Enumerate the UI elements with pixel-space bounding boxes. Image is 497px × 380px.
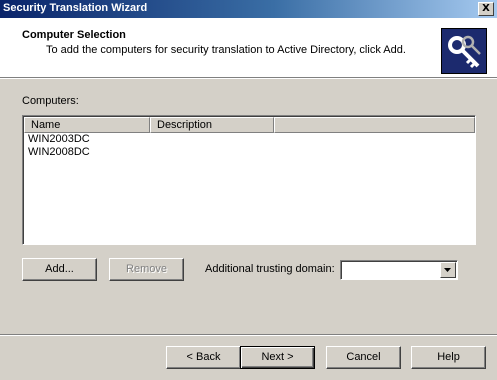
remove-button[interactable]: Remove	[109, 258, 184, 281]
close-button[interactable]: X	[478, 2, 494, 16]
cancel-button[interactable]: Cancel	[326, 346, 401, 369]
column-header-name[interactable]: Name	[24, 117, 150, 133]
next-button[interactable]: Next >	[240, 346, 315, 369]
list-item[interactable]: WIN2003DC	[28, 133, 90, 146]
trusting-domain-dropdown[interactable]	[340, 260, 458, 280]
back-button[interactable]: < Back	[166, 346, 241, 369]
dropdown-button[interactable]	[440, 262, 456, 278]
page-subtitle: To add the computers for security transl…	[46, 44, 406, 56]
add-button[interactable]: Add...	[22, 258, 97, 281]
header-divider	[0, 77, 497, 79]
chevron-down-icon	[444, 268, 451, 272]
column-header-filler	[274, 117, 475, 133]
window-title: Security Translation Wizard	[3, 2, 148, 14]
computers-label: Computers:	[22, 95, 79, 107]
column-header-description[interactable]: Description	[150, 117, 274, 133]
computers-list[interactable]: Name Description WIN2003DC WIN2008DC	[22, 115, 476, 245]
wizard-header: Computer Selection To add the computers …	[0, 18, 497, 77]
trusting-domain-label: Additional trusting domain:	[205, 263, 335, 275]
footer-divider	[0, 334, 497, 336]
title-bar[interactable]: Security Translation Wizard X	[0, 0, 497, 18]
close-icon: X	[482, 3, 490, 14]
help-button[interactable]: Help	[411, 346, 486, 369]
list-item[interactable]: WIN2008DC	[28, 146, 90, 159]
key-icon	[441, 28, 487, 74]
column-headers: Name Description	[24, 117, 475, 133]
page-title: Computer Selection	[22, 29, 126, 41]
